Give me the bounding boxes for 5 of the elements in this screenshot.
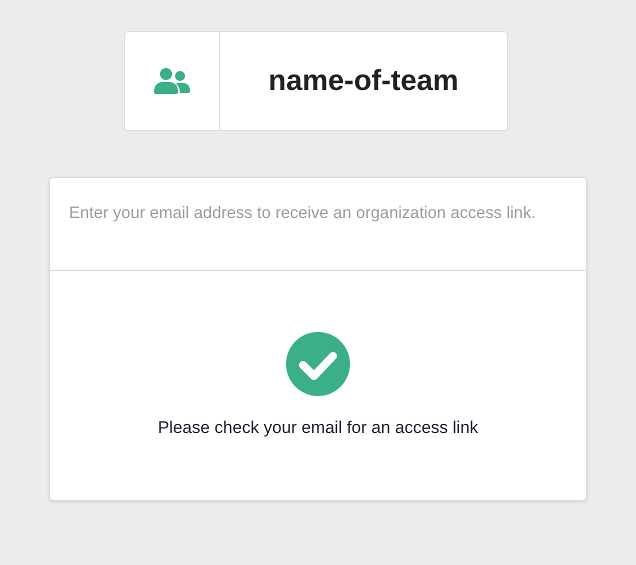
users-icon (154, 68, 190, 94)
confirmation-message: Please check your email for an access link (158, 418, 478, 438)
check-circle-icon (286, 332, 350, 396)
team-name: name-of-team (268, 64, 459, 98)
instructions-text: Enter your email address to receive an organization access link. (69, 203, 537, 224)
